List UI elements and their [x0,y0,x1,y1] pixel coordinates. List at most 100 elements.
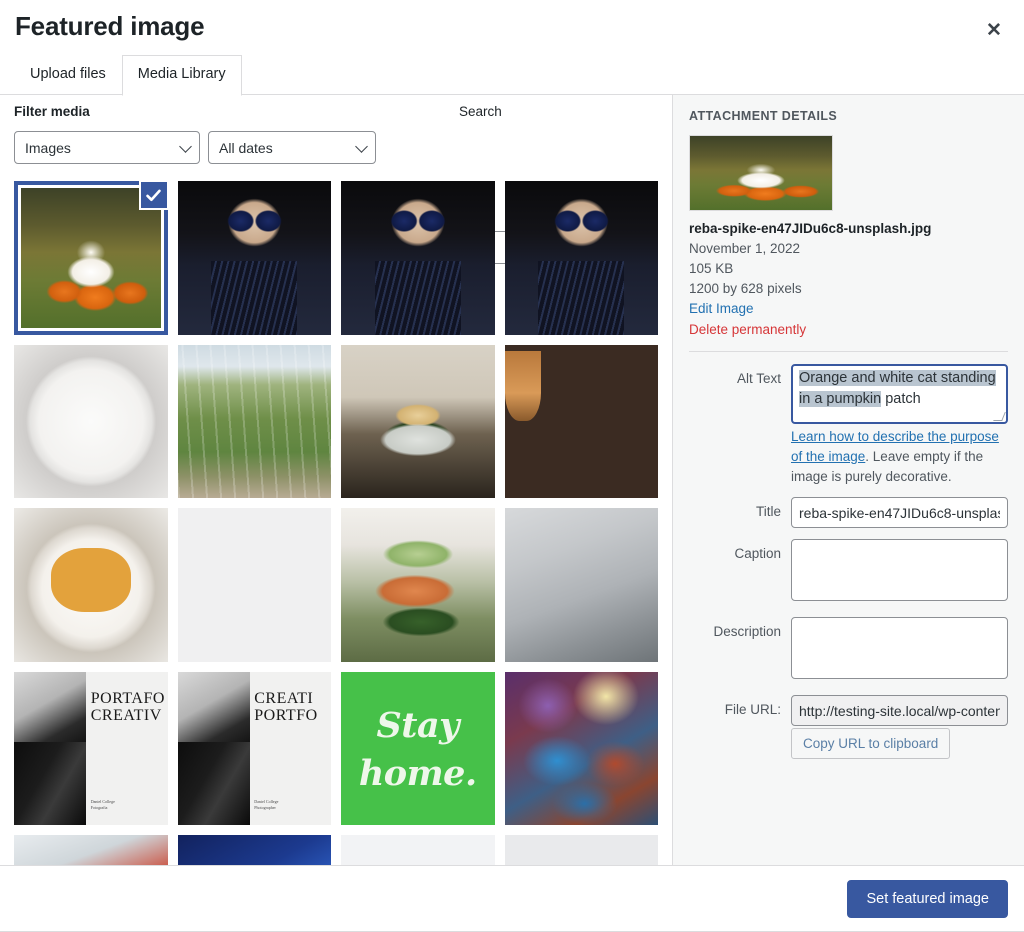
file-url-row: File URL: Copy URL to clipboard [689,695,1008,760]
alt-text-field[interactable]: Orange and white cat standing in a pumpk… [791,363,1008,424]
media-thumbnail-image: PORTAFO CREATIV Daniel College Fotografia [14,671,168,825]
media-thumbnail-image [341,508,495,662]
caption-row: Caption [689,539,1008,606]
modal-header: Featured image ✕ [0,0,1024,52]
media-item-blue-car-partial[interactable] [177,835,331,865]
media-grid: PORTAFO CREATIV Daniel College Fotografia CR… [14,181,658,865]
media-thumbnail-image [504,508,658,662]
attachment-filesize: 105 KB [689,260,734,276]
close-icon[interactable]: ✕ [974,10,1014,50]
title-input[interactable] [791,497,1008,529]
sidebar-divider [689,350,1008,352]
media-thumbnail-image [504,181,658,335]
media-type-value: Images [25,139,71,156]
portfolio-fine-text: Daniel College Photographer [254,799,279,811]
date-filter-value: All dates [219,139,273,156]
attachment-details-sidebar: ATTACHMENT DETAILS reba-spike-en47JIDu6c… [673,95,1024,865]
delete-permanently-link[interactable]: Delete permanently [689,320,1008,340]
media-grid-scroll[interactable]: PORTAFO CREATIV Daniel College Fotografia CR… [0,181,672,865]
media-library-pane: Filter media Search Images All dates POR… [0,95,673,865]
caption-textarea[interactable] [791,539,1008,602]
search-label: Search [459,104,502,119]
media-item-portfolio-cover-2[interactable]: CREATI PORTFO Daniel College Photographer [177,671,331,825]
media-item-magnifier-portrait-3[interactable] [504,181,658,335]
library-toolbar: Filter media Search Images All dates [0,95,672,264]
media-thumbnail-image [178,508,332,662]
description-row: Description [689,617,1008,684]
modal-tabs: Upload files Media Library [0,52,1024,96]
media-thumbnail-image [14,835,168,865]
attachment-details-heading: ATTACHMENT DETAILS [689,109,838,123]
alt-text-label: Alt Text [736,370,781,386]
media-item-steak-plate[interactable] [14,508,168,662]
media-thumbnail-image [14,344,168,498]
media-thumbnail-image [177,181,331,335]
media-item-cat-pumpkins[interactable] [14,181,168,335]
caption-label: Caption [734,546,781,562]
media-item-blank-partial-1[interactable] [341,835,495,865]
featured-image-modal: Featured image ✕ Upload files Media Libr… [0,0,1024,932]
media-thumbnail-image: Stay home. [341,671,495,825]
attachment-date: November 1, 2022 [689,240,801,256]
set-featured-image-button[interactable]: Set featured image [847,880,1008,918]
title-label: Title [755,504,781,520]
media-item-magnifier-portrait-1[interactable] [177,181,331,335]
media-item-plated-fish-greens[interactable] [341,344,495,498]
media-item-blank-partial-2[interactable] [504,835,658,865]
media-thumbnail-image [177,835,331,865]
poster-word-2: home. [358,752,477,794]
edit-image-link[interactable]: Edit Image [689,299,1008,319]
media-item-red-car-partial[interactable] [14,835,168,865]
resize-handle-icon[interactable] [993,411,1006,421]
media-item-nebula-abstract[interactable] [504,671,658,825]
copy-url-button[interactable]: Copy URL to clipboard [791,728,951,760]
media-thumbnail-image [341,835,495,865]
portfolio-photo-bottom [14,742,87,825]
portfolio-title-text: PORTAFO CREATIV [90,689,165,725]
portfolio-fine-text: Daniel College Fotografia [90,799,115,811]
file-url-input[interactable] [791,695,1008,727]
portfolio-photo-top [14,671,87,743]
portfolio-title-text: CREATI PORTFO [254,689,318,725]
media-item-machine-controls[interactable] [504,508,658,662]
media-type-filter[interactable]: Images [14,131,200,164]
page-title: Featured image [15,11,205,41]
media-item-portfolio-cover-1[interactable]: PORTAFO CREATIV Daniel College Fotografia [14,671,168,825]
media-item-chef-at-pass[interactable] [504,344,658,498]
portfolio-photo-bottom [177,742,250,825]
title-row: Title [689,497,1008,529]
media-thumbnail-image [504,835,658,865]
attachment-dimensions: 1200 by 628 pixels [689,281,802,297]
media-thumbnail-image [504,344,658,498]
attachment-thumbnail[interactable] [689,135,833,211]
media-thumbnail-image [14,508,168,662]
selected-check-icon[interactable] [138,181,168,210]
media-item-magnifier-portrait-2[interactable] [341,181,495,335]
description-label: Description [713,624,781,640]
media-item-white-plate-dish[interactable] [177,508,332,662]
poster-word-1: Stay [376,705,460,747]
media-thumbnail-image [177,344,331,498]
media-item-stay-home-poster[interactable]: Stay home. [341,671,495,825]
tab-upload-files[interactable]: Upload files [14,55,122,95]
portfolio-photo-top [177,671,250,743]
modal-body: Filter media Search Images All dates POR… [0,95,1024,865]
media-thumbnail-image [341,181,495,335]
date-filter[interactable]: All dates [208,131,376,164]
filter-media-label: Filter media [14,104,90,119]
description-textarea[interactable] [791,617,1008,680]
media-item-salmon-salad[interactable] [341,508,495,662]
alt-text-help: Learn how to describe the purpose of the… [791,427,1008,487]
media-thumbnail-image [341,344,495,498]
chevron-down-icon [355,139,368,153]
media-thumbnail-image [504,671,658,825]
media-thumbnail-image: CREATI PORTFO Daniel College Photographer [177,671,331,825]
file-url-label: File URL: [724,702,781,718]
attachment-filename: reba-spike-en47JIDu6c8-unsplash.jpg [689,221,932,236]
chevron-down-icon [179,139,192,153]
media-item-caprese-salad[interactable] [14,344,168,498]
tab-media-library[interactable]: Media Library [121,54,242,96]
modal-footer: Set featured image [0,865,1024,932]
media-item-greenhouse-garden[interactable] [177,344,331,498]
alt-text-row: Alt Text Orange and white cat standing i… [689,363,1008,487]
